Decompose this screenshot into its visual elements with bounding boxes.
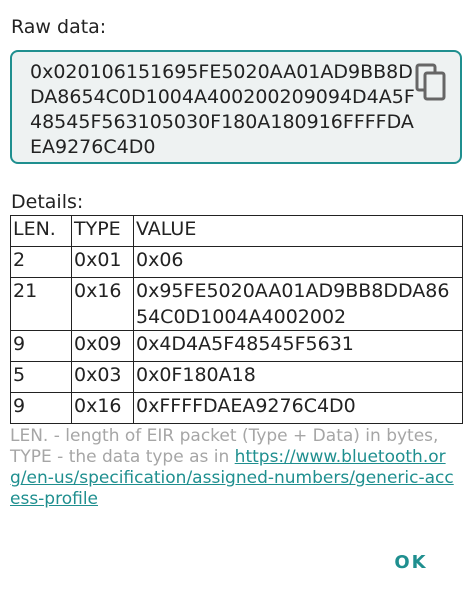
cell-value: 0x06 (133, 246, 463, 278)
cell-type: 0x16 (71, 277, 134, 331)
cell-len: 21 (10, 277, 72, 331)
table-header-row: LEN. TYPE VALUE (10, 215, 463, 247)
ok-button[interactable]: OK (388, 548, 434, 578)
cell-len: 9 (10, 392, 72, 424)
table-row: 21 0x16 0x95FE5020AA01AD9BB8DDA8654C0D10… (10, 277, 463, 331)
cell-len: 9 (10, 330, 72, 362)
details-label: Details: (11, 191, 84, 213)
header-value: VALUE (133, 215, 463, 247)
table-row: 9 0x09 0x4D4A5F48545F5631 (10, 330, 463, 362)
header-len: LEN. (10, 215, 72, 247)
details-table: LEN. TYPE VALUE 2 0x01 0x06 21 0x16 0x95… (10, 215, 463, 424)
cell-type: 0x03 (71, 361, 134, 393)
cell-value: 0xFFFFDAEA9276C4D0 (133, 392, 463, 424)
cell-len: 5 (10, 361, 72, 393)
cell-type: 0x09 (71, 330, 134, 362)
cell-len: 2 (10, 246, 72, 278)
header-type: TYPE (71, 215, 134, 247)
raw-data-box: 0x020106151695FE5020AA01AD9BB8DDA8654C0D… (10, 50, 462, 164)
table-row: 9 0x16 0xFFFFDAEA9276C4D0 (10, 392, 463, 424)
cell-value: 0x95FE5020AA01AD9BB8DDA8654C0D1004A40020… (133, 277, 463, 331)
cell-value: 0x4D4A5F48545F5631 (133, 330, 463, 362)
table-row: 2 0x01 0x06 (10, 246, 463, 278)
table-row: 5 0x03 0x0F180A18 (10, 361, 463, 393)
copy-icon (415, 63, 446, 101)
cell-type: 0x01 (71, 246, 134, 278)
footnote: LEN. - length of EIR packet (Type + Data… (10, 426, 460, 510)
cell-type: 0x16 (71, 392, 134, 424)
copy-button[interactable] (414, 62, 448, 102)
raw-data-label: Raw data: (11, 16, 107, 38)
raw-data-value[interactable]: 0x020106151695FE5020AA01AD9BB8DDA8654C0D… (30, 60, 425, 160)
cell-value: 0x0F180A18 (133, 361, 463, 393)
